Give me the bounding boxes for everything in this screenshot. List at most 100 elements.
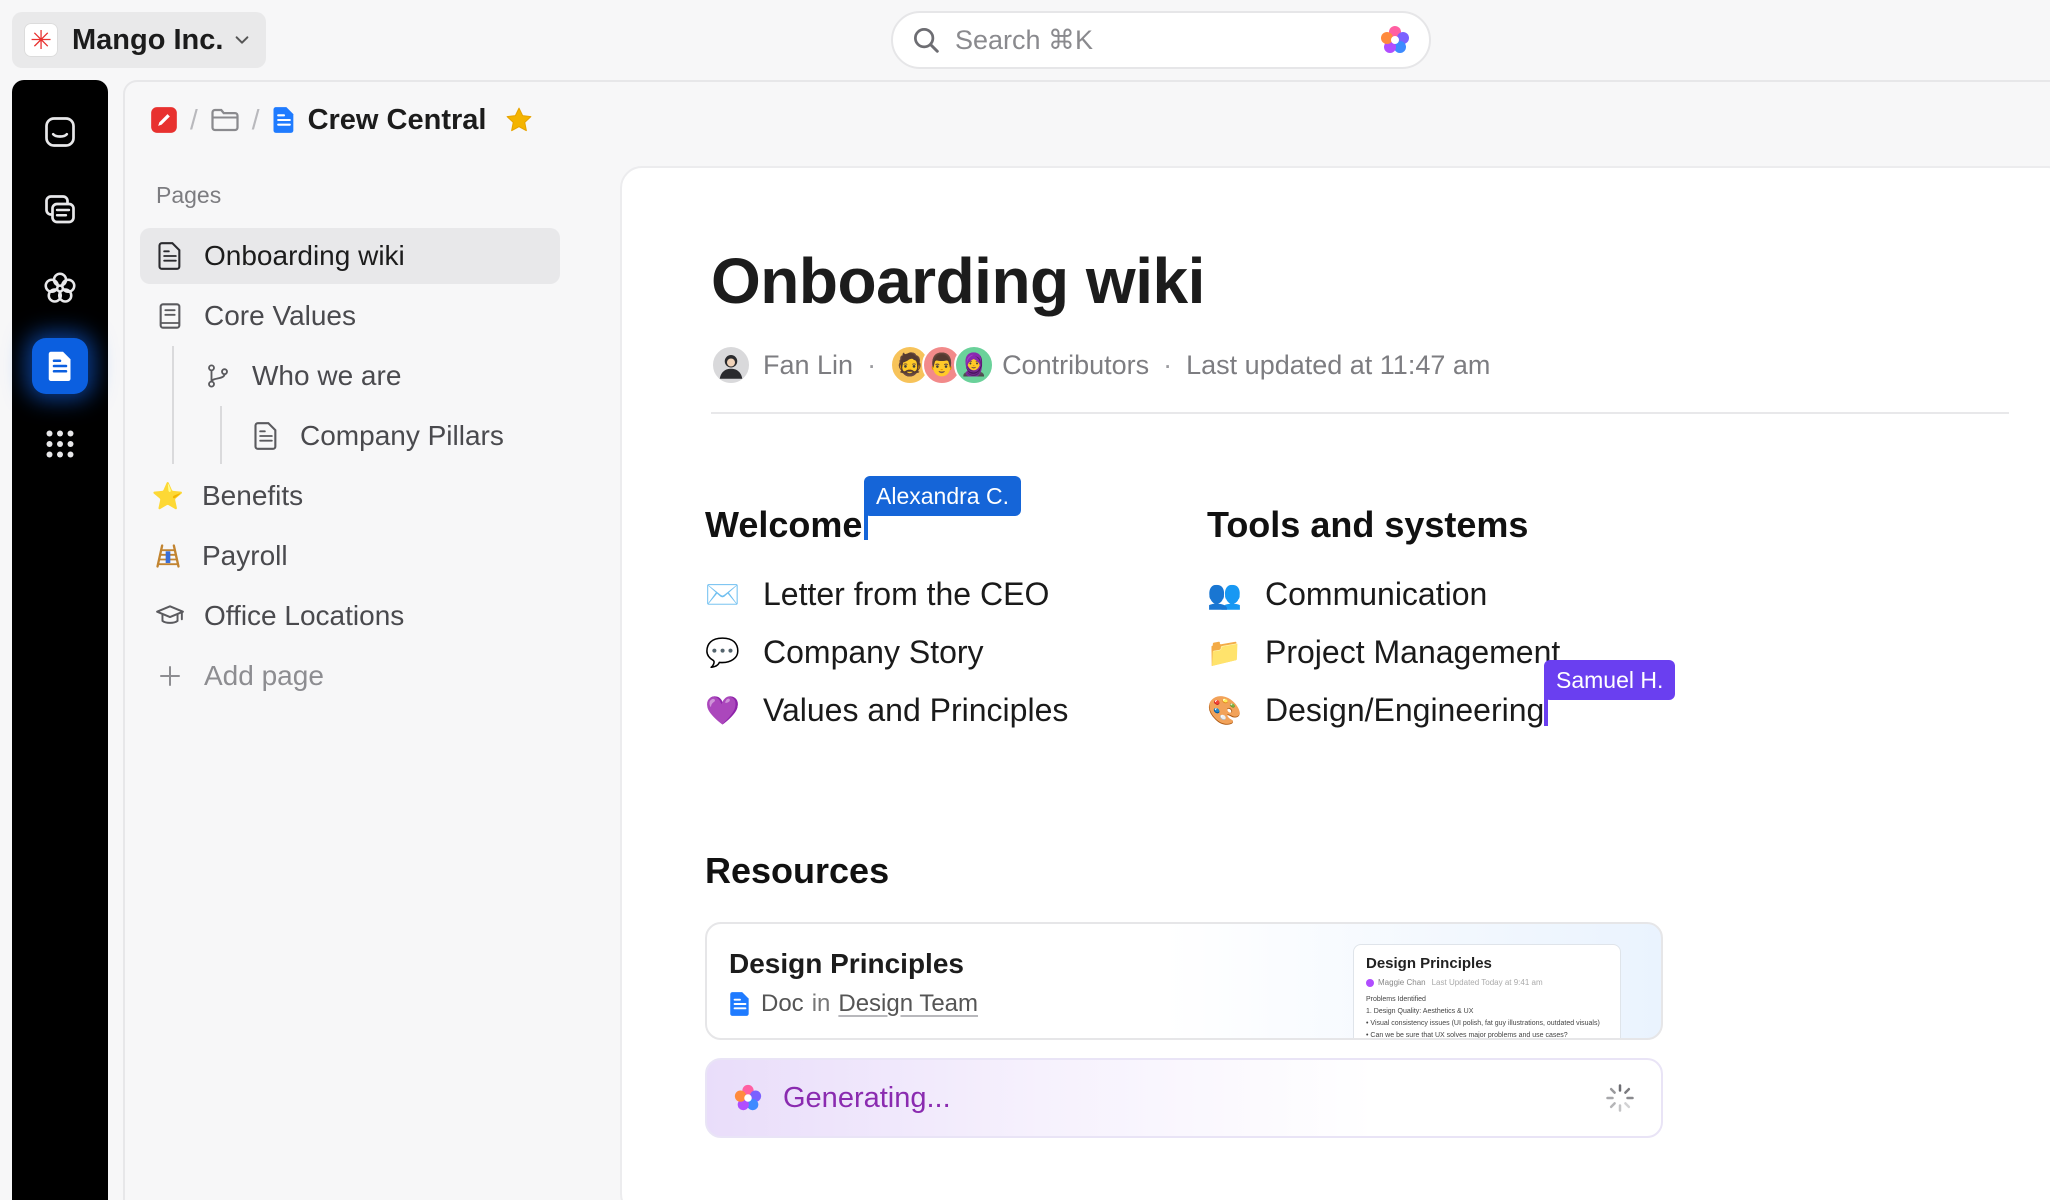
thumb-title: Design Principles xyxy=(1366,955,1492,972)
sidebar-item-office-locations[interactable]: Office Locations xyxy=(156,588,404,644)
rail-chat-button[interactable] xyxy=(32,182,88,238)
link-design-engineering[interactable]: 🎨 Design/Engineering xyxy=(1207,686,1544,734)
branch-icon xyxy=(204,362,232,390)
sidebar-item-who-we-are[interactable]: Who we are xyxy=(204,348,401,404)
breadcrumb-separator: / xyxy=(251,104,260,135)
doc-icon xyxy=(252,422,280,450)
purple-heart-icon: 💜 xyxy=(705,694,740,726)
rail-docs-button[interactable] xyxy=(32,338,88,394)
people-icon: 👥 xyxy=(1207,578,1242,610)
sidebar-item-core-values[interactable]: Core Values xyxy=(156,288,356,344)
doc-blue-icon xyxy=(730,992,749,1016)
resource-card-design-principles[interactable]: Design Principles Doc in Design Team Des… xyxy=(705,922,1663,1040)
sidebar-item-payroll[interactable]: Payroll xyxy=(154,528,288,584)
rail-apps-button[interactable] xyxy=(32,416,88,472)
speech-bubble-icon: 💬 xyxy=(705,636,740,668)
link-label: Letter from the CEO xyxy=(763,575,1050,612)
welcome-heading: Welcome xyxy=(705,504,863,545)
sidebar-item-label: Payroll xyxy=(202,540,288,571)
last-updated: Last updated at 11:47 am xyxy=(1186,349,1491,380)
link-project-management[interactable]: 📁 Project Management xyxy=(1207,628,1560,676)
resource-title: Design Principles xyxy=(729,948,964,979)
search-bar[interactable]: Search ⌘K xyxy=(891,11,1431,69)
generating-label: Generating... xyxy=(783,1081,951,1114)
sidebar-item-label: Core Values xyxy=(204,300,357,331)
link-communication[interactable]: 👥 Communication xyxy=(1207,570,1487,618)
tree-guide-line xyxy=(220,406,222,464)
app-rail xyxy=(12,80,108,1200)
add-page-button[interactable]: Add page xyxy=(156,648,324,704)
thumb-updated: Last Updated Today at 9:41 am xyxy=(1431,978,1543,987)
sidebar-item-onboarding-wiki[interactable]: Onboarding wiki xyxy=(140,228,560,284)
breadcrumb: / / Crew Central xyxy=(150,100,534,140)
collaborator-cursor-samuel: Samuel H. xyxy=(1544,660,1676,700)
generating-card: Generating... xyxy=(705,1058,1663,1138)
breadcrumb-current-page[interactable]: Crew Central xyxy=(308,104,487,137)
ladder-icon xyxy=(154,542,182,570)
resource-team-link[interactable]: Design Team xyxy=(838,990,978,1018)
title-divider xyxy=(711,412,2009,414)
resource-type: Doc xyxy=(761,990,804,1017)
favorite-star-icon[interactable] xyxy=(504,105,534,135)
search-icon xyxy=(914,28,939,53)
thumb-line: Problems Identified xyxy=(1366,996,1426,1003)
document-canvas xyxy=(620,166,2050,1200)
tree-guide-line xyxy=(172,346,174,464)
resource-subtitle: Doc in Design Team xyxy=(729,990,978,1018)
add-page-label: Add page xyxy=(204,660,324,691)
apps-grid-icon xyxy=(46,430,74,458)
link-company-story[interactable]: 💬 Company Story xyxy=(705,628,984,676)
sidebar-item-label: Benefits xyxy=(202,480,304,511)
folder-emoji-icon: 📁 xyxy=(1207,636,1242,668)
pages-section-label: Pages xyxy=(156,182,222,208)
breadcrumb-separator: / xyxy=(190,104,198,135)
link-values-principles[interactable]: 💜 Values and Principles xyxy=(705,686,1068,734)
rail-ai-button[interactable] xyxy=(32,260,88,316)
thumb-author: Maggie Chan xyxy=(1378,978,1426,987)
resources-heading: Resources xyxy=(705,850,890,891)
link-label: Design/Engineering xyxy=(1265,691,1545,728)
envelope-icon: ✉️ xyxy=(705,578,740,610)
sidebar-item-company-pillars[interactable]: Company Pillars xyxy=(252,408,504,464)
rail-home-button[interactable] xyxy=(32,104,88,160)
thumb-meta: Maggie Chan Last Updated Today at 9:41 a… xyxy=(1366,978,1608,987)
palette-icon: 🎨 xyxy=(1207,694,1242,726)
loading-spinner-icon xyxy=(1606,1084,1634,1112)
sidebar-item-benefits[interactable]: ⭐ Benefits xyxy=(151,468,304,524)
sidebar-item-label: Company Pillars xyxy=(300,420,504,451)
thumb-line: 1. Design Quality: Aesthetics & UX xyxy=(1366,1008,1474,1015)
sidebar-item-label: Who we are xyxy=(252,360,402,391)
search-placeholder: Search ⌘K xyxy=(955,24,1094,55)
avatar: 🧕 xyxy=(954,345,995,385)
link-letter-from-ceo[interactable]: ✉️ Letter from the CEO xyxy=(705,570,1049,618)
space-icon[interactable] xyxy=(150,106,178,134)
author-avatar[interactable] xyxy=(711,345,751,385)
document-meta: Fan Lin · 🧔 👨 🧕 Contributors · Last upda… xyxy=(711,344,1490,386)
ai-flower-icon xyxy=(44,272,76,303)
inbox-icon xyxy=(45,117,75,147)
resource-in: in xyxy=(811,990,831,1017)
workspace-switcher[interactable]: ✳ Mango Inc. xyxy=(12,12,266,68)
contributor-avatars[interactable]: 🧔 👨 🧕 xyxy=(890,345,995,385)
star-emoji-icon: ⭐ xyxy=(151,480,185,511)
book-icon xyxy=(156,302,184,330)
meta-separator: · xyxy=(867,349,877,380)
ai-brain-icon[interactable] xyxy=(1379,24,1411,56)
link-label: Communication xyxy=(1265,575,1488,612)
document-icon xyxy=(48,351,71,381)
link-label: Values and Principles xyxy=(763,691,1069,728)
page-title[interactable]: Onboarding wiki xyxy=(711,244,1205,318)
contributors-label: Contributors xyxy=(1002,349,1150,380)
chat-icon xyxy=(45,195,75,224)
meta-separator: · xyxy=(1163,349,1173,380)
sidebar-item-label: Onboarding wiki xyxy=(204,240,405,271)
tools-heading: Tools and systems xyxy=(1207,504,1529,545)
workspace-logo-icon: ✳ xyxy=(24,23,58,57)
author-name[interactable]: Fan Lin xyxy=(763,350,853,381)
doc-blue-icon xyxy=(273,107,293,133)
folder-icon[interactable] xyxy=(210,106,240,134)
resource-preview-thumbnail: Design Principles Maggie Chan Last Updat… xyxy=(1353,944,1621,1038)
thumb-line: • Visual consistency issues (UI polish, … xyxy=(1366,1020,1600,1027)
doc-icon xyxy=(156,242,184,270)
collaborator-cursor-alexandra: Alexandra C. xyxy=(864,476,1021,516)
